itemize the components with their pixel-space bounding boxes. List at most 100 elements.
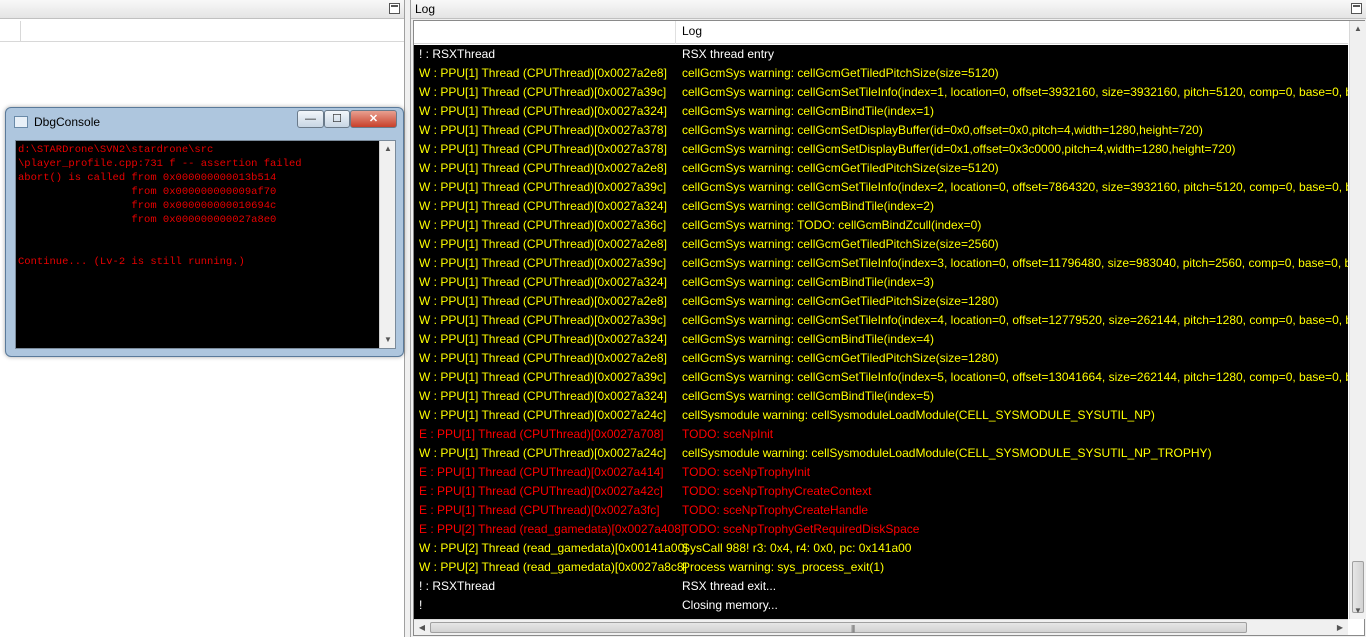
log-row-source: W : PPU[1] Thread (CPUThread)[0x0027a2e8… (419, 66, 667, 80)
log-row[interactable]: W : PPU[1] Thread (CPUThread)[0x0027a39c… (414, 254, 1348, 273)
log-row[interactable]: W : PPU[1] Thread (CPUThread)[0x0027a324… (414, 330, 1348, 349)
dbg-console-title: DbgConsole (34, 115, 101, 129)
scroll-down-icon[interactable]: ▼ (1350, 603, 1366, 619)
log-list-header: Log (414, 21, 1348, 44)
log-rows: ! : RSXThread RSX thread entry W : PPU[1] … (414, 45, 1348, 619)
log-row-source: E : PPU[2] Thread (read_gamedata)[0x0027… (419, 522, 685, 536)
log-row[interactable]: E : PPU[1] Thread (CPUThread)[0x0027a3fc… (414, 501, 1348, 520)
log-row[interactable]: W : PPU[1] Thread (CPUThread)[0x0027a324… (414, 197, 1348, 216)
dbg-console-text: d:\STARDrone\SVN2\stardrone\src \player_… (18, 144, 302, 268)
log-row-source: E : PPU[1] Thread (CPUThread)[0x0027a3fc… (419, 503, 660, 517)
log-row[interactable]: W : PPU[1] Thread (CPUThread)[0x0027a39c… (414, 178, 1348, 197)
log-row-source: E : PPU[1] Thread (CPUThread)[0x0027a708… (419, 427, 664, 441)
log-row-source: W : PPU[1] Thread (CPUThread)[0x0027a39c… (419, 180, 667, 194)
log-row-source: W : PPU[1] Thread (CPUThread)[0x0027a324… (419, 199, 667, 213)
log-row-source: E : PPU[1] Thread (CPUThread)[0x0027a414… (419, 465, 664, 479)
log-row-message: cellGcmSys warning: cellGcmSetTileInfo(i… (682, 256, 1348, 270)
log-pane-title: Log (415, 2, 436, 16)
log-vertical-scrollbar[interactable]: ▲ ▼ (1349, 21, 1365, 619)
log-row[interactable]: W : PPU[1] Thread (CPUThread)[0x0027a2e8… (414, 159, 1348, 178)
log-row-source: W : PPU[1] Thread (CPUThread)[0x0027a24c… (419, 446, 667, 460)
log-list[interactable]: Log ! : RSXThread RSX thread entry W : PPU… (413, 20, 1365, 636)
log-row[interactable]: E : PPU[2] Thread (read_gamedata)[0x0027… (414, 520, 1348, 539)
log-row-message: RSX thread exit... (682, 579, 777, 593)
left-pane-titlebar (0, 0, 404, 19)
maximize-button[interactable]: ☐ (324, 110, 350, 128)
log-row[interactable]: W : PPU[1] Thread (CPUThread)[0x0027a36c… (414, 216, 1348, 235)
log-row[interactable]: W : PPU[1] Thread (CPUThread)[0x0027a324… (414, 387, 1348, 406)
float-restore-icon[interactable] (1351, 3, 1362, 14)
log-row[interactable]: W : PPU[1] Thread (CPUThread)[0x0027a24c… (414, 444, 1348, 463)
log-row-source: W : PPU[1] Thread (CPUThread)[0x0027a24c… (419, 408, 667, 422)
scroll-up-icon[interactable]: ▲ (1350, 21, 1366, 37)
log-row[interactable]: W : PPU[1] Thread (CPUThread)[0x0027a2e8… (414, 292, 1348, 311)
log-row[interactable]: E : PPU[1] Thread (CPUThread)[0x0027a42c… (414, 482, 1348, 501)
log-row[interactable]: W : PPU[1] Thread (CPUThread)[0x0027a378… (414, 140, 1348, 159)
dbg-console-vertical-scrollbar[interactable]: ▲ ▼ (379, 141, 395, 348)
log-row-message: cellGcmSys warning: cellGcmSetDisplayBuf… (682, 123, 1203, 137)
log-row-source: E : PPU[1] Thread (CPUThread)[0x0027a42c… (419, 484, 663, 498)
log-row-message: TODO: sceNpTrophyGetRequiredDiskSpace (682, 522, 920, 536)
log-row-source: W : PPU[1] Thread (CPUThread)[0x0027a2e8… (419, 294, 667, 308)
log-row[interactable]: W : PPU[1] Thread (CPUThread)[0x0027a39c… (414, 368, 1348, 387)
log-row[interactable]: W : PPU[1] Thread (CPUThread)[0x0027a324… (414, 273, 1348, 292)
log-row-source: W : PPU[1] Thread (CPUThread)[0x0027a2e8… (419, 237, 667, 251)
log-row-source: W : PPU[1] Thread (CPUThread)[0x0027a39c… (419, 370, 667, 384)
log-row[interactable]: ! Closing memory... (414, 596, 1348, 615)
log-row-message: cellGcmSys warning: TODO: cellGcmBindZcu… (682, 218, 982, 232)
column-divider[interactable] (20, 21, 21, 42)
log-row-message: TODO: sceNpTrophyCreateHandle (682, 503, 869, 517)
log-row[interactable]: W : PPU[1] Thread (CPUThread)[0x0027a2e8… (414, 64, 1348, 83)
left-list-header (0, 21, 404, 42)
log-row[interactable]: E : PPU[1] Thread (CPUThread)[0x0027a414… (414, 463, 1348, 482)
log-row-message: cellGcmSys warning: cellGcmGetTiledPitch… (682, 66, 999, 80)
scroll-right-icon[interactable]: ▶ (1332, 620, 1348, 636)
log-row-source: W : PPU[1] Thread (CPUThread)[0x0027a324… (419, 275, 667, 289)
log-row[interactable]: W : PPU[1] Thread (CPUThread)[0x0027a2e8… (414, 349, 1348, 368)
log-row[interactable]: W : PPU[2] Thread (read_gamedata)[0x0014… (414, 539, 1348, 558)
log-row-message: cellGcmSys warning: cellGcmSetTileInfo(i… (682, 180, 1348, 194)
log-horizontal-scrollbar[interactable]: ◀ ||| ▶ (414, 619, 1348, 635)
log-row-source: W : PPU[1] Thread (CPUThread)[0x0027a39c… (419, 85, 667, 99)
log-row-source: ! : RSXThread (419, 47, 496, 61)
log-row[interactable]: W : PPU[1] Thread (CPUThread)[0x0027a2e8… (414, 235, 1348, 254)
dbg-console-output[interactable]: d:\STARDrone\SVN2\stardrone\src \player_… (15, 140, 396, 349)
log-row-source: W : PPU[2] Thread (read_gamedata)[0x0014… (419, 541, 688, 555)
log-row-source: W : PPU[1] Thread (CPUThread)[0x0027a324… (419, 332, 667, 346)
column-header-log[interactable]: Log (682, 24, 702, 38)
log-row-message: TODO: sceNpInit (682, 427, 774, 441)
log-row-source: W : PPU[1] Thread (CPUThread)[0x0027a36c… (419, 218, 667, 232)
log-row[interactable]: E : PPU[1] Thread (CPUThread)[0x0027a708… (414, 425, 1348, 444)
log-row[interactable]: W : PPU[1] Thread (CPUThread)[0x0027a24c… (414, 406, 1348, 425)
log-row-source: W : PPU[1] Thread (CPUThread)[0x0027a39c… (419, 256, 667, 270)
log-row-message: cellGcmSys warning: cellGcmGetTiledPitch… (682, 294, 999, 308)
log-row[interactable]: W : PPU[1] Thread (CPUThread)[0x0027a39c… (414, 83, 1348, 102)
scroll-left-icon[interactable]: ◀ (414, 620, 430, 636)
log-row[interactable]: W : PPU[2] Thread (read_gamedata)[0x0027… (414, 558, 1348, 577)
float-restore-icon[interactable] (389, 3, 400, 14)
log-row-message: TODO: sceNpTrophyInit (682, 465, 811, 479)
log-row-message: cellGcmSys warning: cellGcmGetTiledPitch… (682, 351, 999, 365)
log-row-message: cellGcmSys warning: cellGcmBindTile(inde… (682, 332, 934, 346)
log-row-source: W : PPU[1] Thread (CPUThread)[0x0027a324… (419, 389, 667, 403)
log-row-message: TODO: sceNpTrophyCreateContext (682, 484, 872, 498)
log-row-message: cellGcmSys warning: cellGcmGetTiledPitch… (682, 237, 999, 251)
scroll-up-icon[interactable]: ▲ (380, 141, 396, 157)
log-row[interactable]: W : PPU[1] Thread (CPUThread)[0x0027a39c… (414, 311, 1348, 330)
log-row-source: W : PPU[1] Thread (CPUThread)[0x0027a378… (419, 123, 667, 137)
log-row-message: cellGcmSys warning: cellGcmBindTile(inde… (682, 275, 934, 289)
log-row[interactable]: ! : RSXThread RSX thread exit... (414, 577, 1348, 596)
log-row[interactable]: W : PPU[1] Thread (CPUThread)[0x0027a324… (414, 102, 1348, 121)
grip-icon: ||| (851, 624, 855, 633)
log-row-message: cellGcmSys warning: cellGcmBindTile(inde… (682, 389, 934, 403)
log-row-message: cellGcmSys warning: cellGcmBindTile(inde… (682, 199, 934, 213)
scroll-down-icon[interactable]: ▼ (380, 332, 396, 348)
log-row[interactable]: ! : RSXThread RSX thread entry (414, 45, 1348, 64)
column-header-source[interactable] (414, 21, 676, 44)
dbg-console-window[interactable]: DbgConsole — ☐ ✕ d:\STARDrone\SVN2\stard… (5, 107, 404, 357)
close-button[interactable]: ✕ (350, 110, 397, 128)
log-row-message: SysCall 988! r3: 0x4, r4: 0x0, pc: 0x141… (682, 541, 912, 555)
minimize-button[interactable]: — (297, 110, 324, 128)
log-row[interactable]: W : PPU[1] Thread (CPUThread)[0x0027a378… (414, 121, 1348, 140)
horizontal-scroll-thumb[interactable]: ||| (430, 622, 1247, 633)
